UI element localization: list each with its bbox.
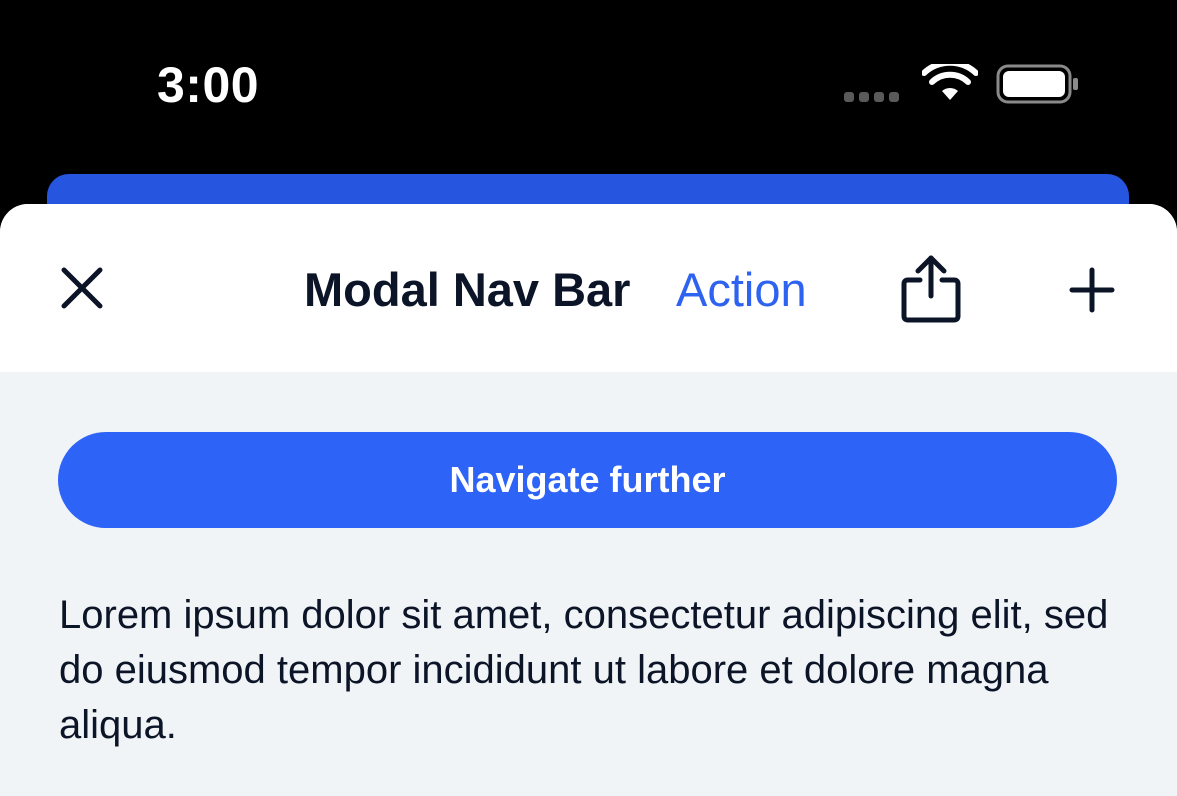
signal-dots-icon — [844, 92, 904, 104]
phone-screen: 3:00 Modal Nav Bar Action Navigate furth… — [0, 0, 1177, 796]
plus-icon[interactable] — [1068, 266, 1116, 314]
nav-action-button[interactable]: Action — [676, 258, 807, 322]
navigate-further-button[interactable]: Navigate further — [58, 432, 1117, 528]
wifi-icon — [922, 64, 978, 100]
status-bar: 3:00 — [0, 0, 1177, 170]
body-text: Lorem ipsum dolor sit amet, consectetur … — [59, 593, 1109, 747]
share-icon[interactable] — [900, 254, 962, 324]
battery-icon — [996, 64, 1078, 104]
nav-title: Modal Nav Bar — [304, 263, 631, 316]
status-time: 3:00 — [157, 57, 260, 113]
modal-sheet: Modal Nav Bar Action Navigate further Lo… — [0, 204, 1177, 796]
modal-nav-bar: Modal Nav Bar Action — [0, 204, 1177, 372]
close-icon[interactable] — [58, 264, 106, 312]
